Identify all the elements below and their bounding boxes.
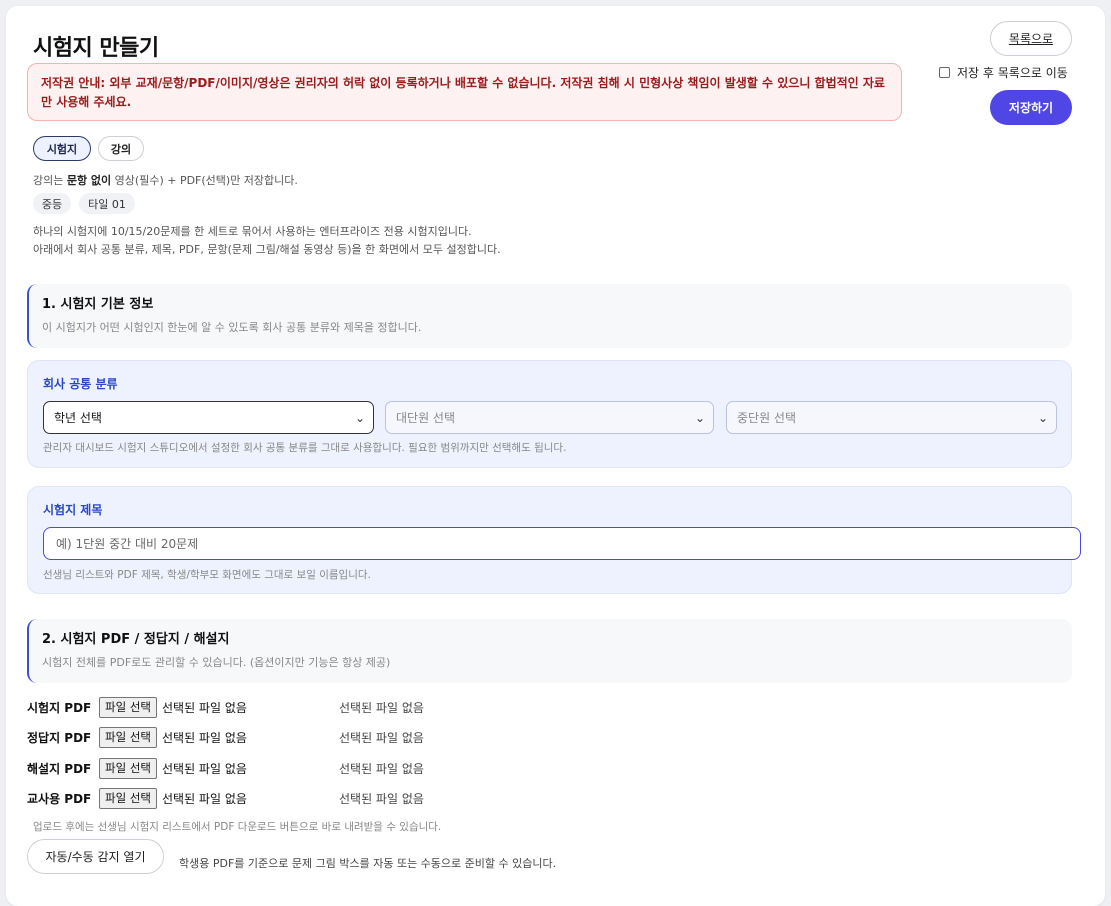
category-note: 관리자 대시보드 시험지 스튜디오에서 설정한 회사 공통 분류를 그대로 사용…	[43, 442, 567, 454]
category-title: 회사 공통 분류	[43, 377, 118, 391]
file-select-button[interactable]: 파일 선택	[99, 757, 157, 779]
exam-title-input[interactable]: 예) 1단원 중간 대비 20문제	[43, 527, 1081, 560]
pdf-row-label: 정답지 PDF	[27, 730, 92, 745]
detect-note: 학생용 PDF를 기준으로 문제 그림 박스를 자동 또는 수동으로 준비할 수…	[179, 857, 557, 870]
chip-tile: 타일 01	[79, 193, 135, 214]
copyright-notice: 저작권 안내: 외부 교재/문항/PDF/이미지/영상은 권리자의 허락 없이 …	[27, 63, 902, 121]
unit-major-select-value: 대단원 선택	[396, 411, 456, 425]
file-select-button[interactable]: 파일 선택	[99, 696, 157, 718]
file-status: 선택된 파일 없음	[338, 730, 424, 745]
file-name: 선택된 파일 없음	[161, 791, 247, 806]
save-button[interactable]: 저장하기	[990, 90, 1072, 125]
section-pdf: 2. 시험지 PDF / 정답지 / 해설지 시험지 전체를 PDF로도 관리할…	[27, 619, 1072, 683]
lecture-note-pre: 강의는	[33, 174, 67, 187]
page-title: 시험지 만들기	[33, 36, 159, 61]
unit-middle-select-value: 중단원 선택	[737, 411, 797, 425]
pdf-row-solution: 해설지 PDF 파일 선택 선택된 파일 없음 선택된 파일 없음	[27, 756, 424, 780]
unit-middle-select[interactable]: 중단원 선택 ⌄	[726, 401, 1057, 434]
intro-line: 하나의 시험지에 10/15/20문제를 한 세트로 묶어서 사용하는 엔터프라…	[33, 225, 472, 238]
file-status: 선택된 파일 없음	[338, 700, 424, 715]
save-after-label: 저장 후 목록으로 이동	[957, 66, 1068, 80]
chevron-down-icon: ⌄	[694, 411, 705, 425]
grade-select-value: 학년 선택	[54, 411, 102, 425]
tab-lecture[interactable]: 강의	[98, 136, 144, 161]
lecture-note-bold: 문항 없이	[66, 174, 112, 187]
file-status: 선택된 파일 없음	[338, 761, 424, 776]
chevron-down-icon: ⌄	[1037, 411, 1048, 425]
exam-title-note: 선생님 리스트와 PDF 제목, 학생/학부모 화면에도 그대로 보일 이름입니…	[43, 569, 371, 581]
open-detect-button[interactable]: 자동/수동 감지 열기	[27, 839, 164, 874]
back-to-list-button[interactable]: 목록으로	[990, 21, 1072, 56]
intro-line: 아래에서 회사 공통 분류, 제목, PDF, 문항(문제 그림/해설 동영상 …	[33, 243, 501, 256]
section-subtitle: 이 시험지가 어떤 시험인지 한눈에 알 수 있도록 회사 공통 분류와 제목을…	[42, 321, 422, 334]
file-name: 선택된 파일 없음	[161, 761, 247, 776]
file-select-button[interactable]: 파일 선택	[99, 726, 157, 748]
section-title: 2. 시험지 PDF / 정답지 / 해설지	[42, 632, 230, 647]
pdf-row-teacher: 교사용 PDF 파일 선택 선택된 파일 없음 선택된 파일 없음	[27, 786, 424, 810]
section-basic-info: 1. 시험지 기본 정보 이 시험지가 어떤 시험인지 한눈에 알 수 있도록 …	[27, 284, 1072, 348]
pdf-row-answer: 정답지 PDF 파일 선택 선택된 파일 없음 선택된 파일 없음	[27, 725, 424, 749]
category-panel: 회사 공통 분류 학년 선택 ⌄ 대단원 선택 ⌄ 중단원 선택 ⌄ 관리자 대…	[27, 360, 1072, 468]
lecture-note-post: 영상(필수) + PDF(선택)만 저장합니다.	[111, 174, 298, 187]
file-select-button[interactable]: 파일 선택	[99, 787, 157, 809]
chevron-down-icon: ⌄	[354, 411, 365, 425]
exam-title-label: 시험지 제목	[43, 503, 103, 517]
tab-exam[interactable]: 시험지	[33, 136, 91, 161]
save-after-toggle[interactable]: 저장 후 목록으로 이동	[939, 64, 1068, 81]
chip-level: 중등	[33, 193, 71, 214]
upload-note: 업로드 후에는 선생님 시험지 리스트에서 PDF 다운로드 버튼으로 바로 내…	[33, 821, 442, 833]
pdf-row-label: 시험지 PDF	[27, 700, 92, 715]
save-after-checkbox[interactable]	[939, 67, 950, 78]
grade-select[interactable]: 학년 선택 ⌄	[43, 401, 374, 434]
pdf-row-label: 교사용 PDF	[27, 791, 92, 806]
section-title: 1. 시험지 기본 정보	[42, 297, 154, 312]
file-name: 선택된 파일 없음	[161, 700, 247, 715]
title-panel: 시험지 제목 예) 1단원 중간 대비 20문제 선생님 리스트와 PDF 제목…	[27, 486, 1081, 594]
intro-text: 하나의 시험지에 10/15/20문제를 한 세트로 묶어서 사용하는 엔터프라…	[33, 223, 501, 259]
file-status: 선택된 파일 없음	[338, 791, 424, 806]
section-subtitle: 시험지 전체를 PDF로도 관리할 수 있습니다. (옵션이지만 기능은 항상 …	[42, 656, 391, 669]
pdf-row-exam: 시험지 PDF 파일 선택 선택된 파일 없음 선택된 파일 없음	[27, 695, 424, 719]
lecture-note: 강의는 문항 없이 영상(필수) + PDF(선택)만 저장합니다.	[33, 172, 298, 188]
file-name: 선택된 파일 없음	[161, 730, 247, 745]
pdf-row-label: 해설지 PDF	[27, 761, 92, 776]
unit-major-select[interactable]: 대단원 선택 ⌄	[385, 401, 714, 434]
